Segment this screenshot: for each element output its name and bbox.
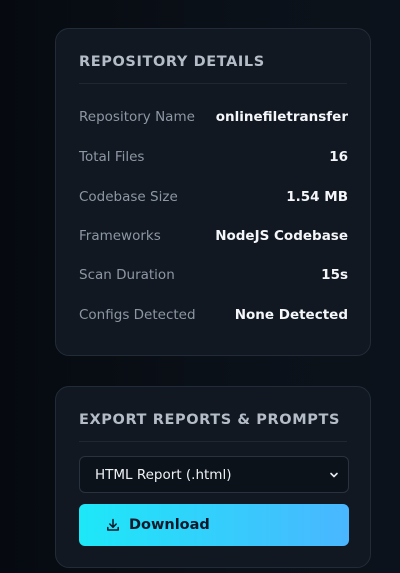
download-label: Download bbox=[129, 517, 210, 533]
detail-value: 16 bbox=[329, 149, 348, 165]
detail-label: Frameworks bbox=[79, 228, 161, 244]
chevron-down-icon bbox=[329, 470, 339, 480]
detail-value: onlinefiletransfer bbox=[215, 109, 348, 125]
repository-details-title: REPOSITORY DETAILS bbox=[79, 54, 265, 70]
detail-label: Repository Name bbox=[79, 109, 195, 125]
detail-row-configs-detected: Configs Detected None Detected bbox=[79, 305, 348, 325]
detail-value: NodeJS Codebase bbox=[215, 228, 348, 244]
report-format-select[interactable]: HTML Report (.html) bbox=[79, 456, 349, 493]
download-button[interactable]: Download bbox=[79, 504, 349, 546]
download-icon bbox=[105, 517, 121, 533]
export-reports-title: EXPORT REPORTS & PROMPTS bbox=[79, 412, 341, 428]
report-format-selected: HTML Report (.html) bbox=[95, 466, 232, 483]
detail-value: 15s bbox=[321, 267, 348, 283]
repository-details-card: REPOSITORY DETAILS Repository Name onlin… bbox=[55, 28, 371, 356]
page: REPOSITORY DETAILS Repository Name onlin… bbox=[0, 0, 400, 573]
detail-row-frameworks: Frameworks NodeJS Codebase bbox=[79, 226, 348, 246]
divider bbox=[79, 441, 347, 442]
detail-label: Total Files bbox=[79, 149, 145, 165]
detail-label: Codebase Size bbox=[79, 189, 178, 205]
detail-label: Configs Detected bbox=[79, 307, 196, 323]
detail-value: 1.54 MB bbox=[286, 189, 348, 205]
export-reports-card: EXPORT REPORTS & PROMPTS HTML Report (.h… bbox=[55, 386, 371, 568]
detail-row-total-files: Total Files 16 bbox=[79, 147, 348, 167]
detail-value: None Detected bbox=[234, 307, 348, 323]
detail-row-repository-name: Repository Name onlinefiletransfer bbox=[79, 107, 348, 127]
detail-row-scan-duration: Scan Duration 15s bbox=[79, 265, 348, 285]
divider bbox=[79, 83, 347, 84]
detail-row-codebase-size: Codebase Size 1.54 MB bbox=[79, 187, 348, 207]
detail-label: Scan Duration bbox=[79, 267, 175, 283]
